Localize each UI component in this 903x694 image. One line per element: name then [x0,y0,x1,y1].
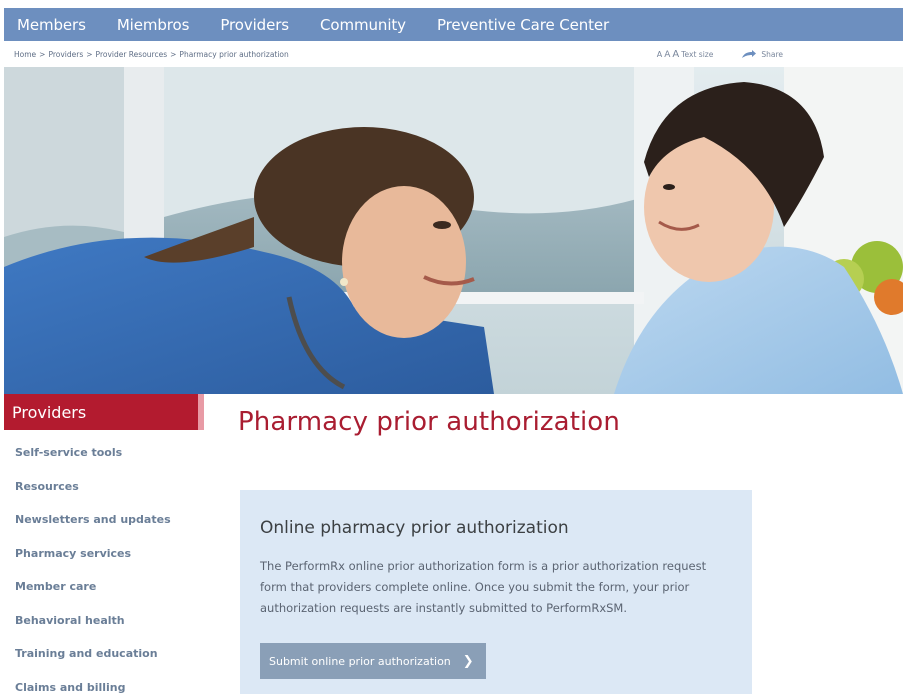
sidebar-item-self-service-tools[interactable]: Self-service tools [4,436,214,470]
breadcrumb-home[interactable]: Home [14,50,36,59]
sidebar: Providers Self-service tools Resources N… [4,394,214,694]
card-body-text: The PerformRx online prior authorization… [260,559,707,615]
sidebar-item-behavioral-health[interactable]: Behavioral health [4,604,214,638]
page-title: Pharmacy prior authorization [238,407,620,437]
submit-prior-authorization-button[interactable]: Submit online prior authorization ❯ [260,643,486,679]
page-tools: A A A Text size Share [657,49,783,60]
breadcrumb-separator: > [86,49,93,59]
breadcrumb-separator: > [39,49,46,59]
nav-providers[interactable]: Providers [220,16,289,34]
breadcrumb: Home > Providers > Provider Resources > … [14,50,289,59]
nav-community[interactable]: Community [320,16,406,34]
sidebar-heading[interactable]: Providers [4,394,204,430]
share-arrow-icon [742,49,757,58]
submit-button-label: Submit online prior authorization [269,654,451,668]
sidebar-item-newsletters[interactable]: Newsletters and updates [4,503,214,537]
hero-image [4,67,903,394]
sidebar-item-resources[interactable]: Resources [4,470,214,504]
sidebar-item-training-education[interactable]: Training and education [4,637,214,671]
utility-bar: Home > Providers > Provider Resources > … [4,41,903,67]
breadcrumb-separator: > [170,49,177,59]
text-size-large-icon[interactable]: A [672,49,679,60]
prior-authorization-card: Online pharmacy prior authorization The … [240,490,752,694]
chevron-right-icon: ❯ [462,653,474,669]
breadcrumb-current: Pharmacy prior authorization [179,49,289,59]
hero-photo-illustration [4,67,903,394]
text-size-small-icon[interactable]: A [657,50,662,59]
card-heading: Online pharmacy prior authorization [260,518,569,538]
nav-miembros[interactable]: Miembros [117,16,190,34]
nav-preventive-care-center[interactable]: Preventive Care Center [437,16,609,34]
share-button[interactable]: Share [741,49,783,59]
top-navigation: Members Miembros Providers Community Pre… [4,8,903,41]
breadcrumb-provider-resources[interactable]: Provider Resources [96,50,168,59]
text-size-control[interactable]: A A A Text size [657,49,714,60]
sidebar-item-claims-billing[interactable]: Claims and billing [4,671,214,694]
sidebar-item-member-care[interactable]: Member care [4,570,214,604]
share-label: Share [761,49,783,59]
sidebar-item-pharmacy-services[interactable]: Pharmacy services [4,537,214,571]
sidebar-menu: Self-service tools Resources Newsletters… [4,436,214,694]
breadcrumb-providers[interactable]: Providers [48,50,83,59]
text-size-medium-icon[interactable]: A [664,50,670,60]
text-size-label: Text size [681,49,714,59]
nav-members[interactable]: Members [17,16,86,34]
